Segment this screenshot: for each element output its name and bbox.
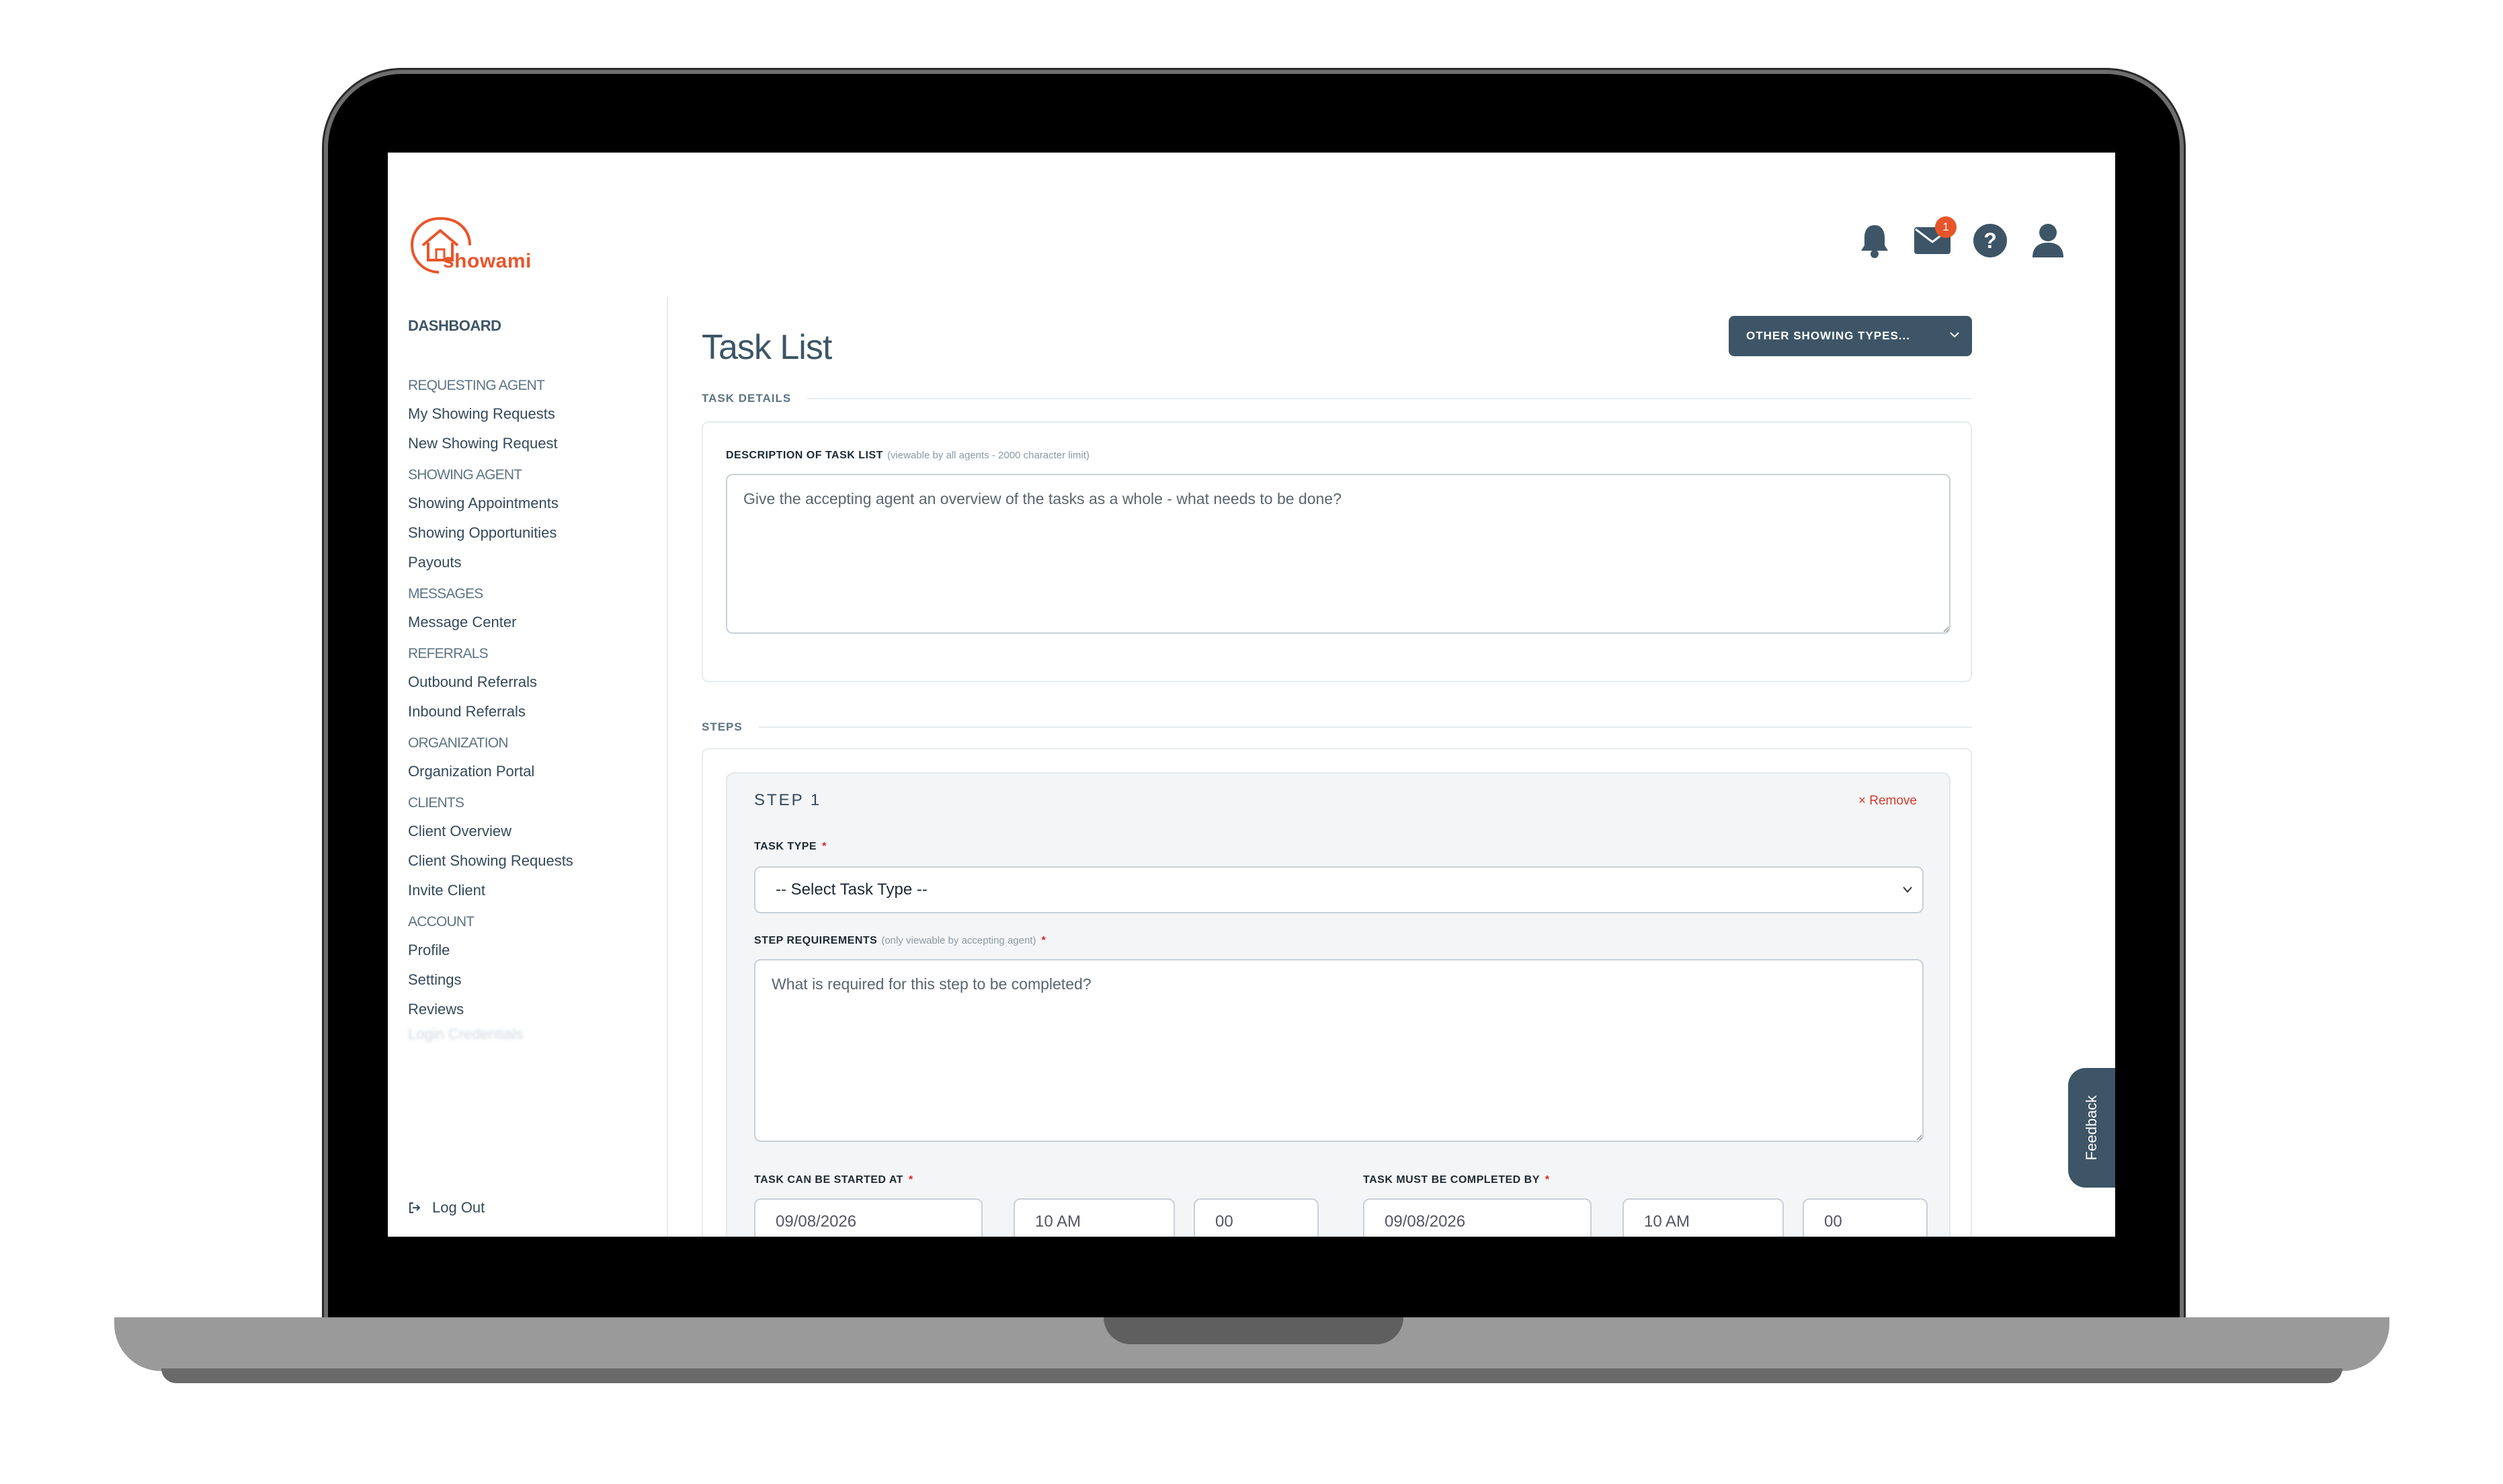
chevron-down-icon [1950, 332, 1959, 338]
sidebar-heading: REQUESTING AGENT [408, 378, 545, 393]
steps-card: STEP 1 × Remove TASK TYPE * -- Select Tas… [702, 748, 1972, 1237]
sidebar-section-account: ACCOUNT Profile Settings Reviews Login C… [408, 914, 663, 1043]
feedback-label: Feedback [2083, 1095, 2100, 1161]
sidebar-section-organization: ORGANIZATION Organization Portal [408, 735, 663, 780]
task-details-card: DESCRIPTION OF TASK LIST (viewable by all… [702, 421, 1972, 682]
task-details-heading: TASK DETAILS [702, 392, 1972, 405]
remove-step-button[interactable]: × Remove [1858, 794, 1917, 809]
logout-link[interactable]: Log Out [408, 1199, 485, 1217]
end-hour-select[interactable]: 10 AM [1623, 1198, 1784, 1237]
svg-text:?: ? [1983, 229, 1997, 253]
section-divider [758, 727, 1972, 728]
step-requirements-textarea[interactable] [754, 959, 1924, 1142]
page-title: Task List [702, 328, 832, 367]
sidebar-section-clients: CLIENTS Client Overview Client Showing R… [408, 795, 663, 899]
task-type-label-text: TASK TYPE [754, 841, 817, 852]
sidebar-section-requesting-agent: REQUESTING AGENT My Showing Requests New… [408, 378, 663, 452]
step-requirements-hint: (only viewable by accepting agent) [881, 935, 1036, 946]
sidebar-section-referrals: REFERRALS Outbound Referrals Inbound Ref… [408, 646, 663, 720]
bell-icon[interactable] [1856, 222, 1893, 259]
sidebar-item-new-showing-request[interactable]: New Showing Request [408, 434, 663, 452]
start-date-input[interactable]: 09/08/2026 [754, 1198, 983, 1237]
task-start-label-text: TASK CAN BE STARTED AT [754, 1174, 903, 1186]
sidebar-item-organization-portal[interactable]: Organization Portal [408, 762, 663, 780]
sidebar-item-outbound-referrals[interactable]: Outbound Referrals [408, 673, 663, 691]
task-start-label: TASK CAN BE STARTED AT * [754, 1174, 913, 1186]
required-marker: * [1041, 935, 1047, 946]
start-hour-value: 10 AM [1035, 1212, 1081, 1231]
mail-count-badge: 1 [1935, 216, 1957, 238]
other-showing-types-dropdown[interactable]: OTHER SHOWING TYPES... [1729, 316, 1972, 356]
sidebar-item-client-showing-requests[interactable]: Client Showing Requests [408, 852, 663, 870]
chevron-down-icon [1903, 887, 1912, 893]
sidebar-heading: SHOWING AGENT [408, 467, 522, 483]
end-date-value: 09/08/2026 [1385, 1212, 1466, 1231]
sidebar-section-showing-agent: SHOWING AGENT Showing Appointments Showi… [408, 467, 663, 571]
laptop-base-shadow [161, 1368, 2342, 1383]
task-details-label: TASK DETAILS [702, 392, 792, 405]
start-minute-value: 00 [1215, 1212, 1233, 1231]
sidebar-heading: ORGANIZATION [408, 735, 508, 751]
sidebar-nav: DASHBOARD REQUESTING AGENT My Showing Re… [408, 317, 663, 1058]
steps-label: STEPS [702, 720, 743, 733]
steps-heading: STEPS [702, 720, 1972, 734]
logout-label: Log Out [432, 1199, 485, 1216]
task-type-value: -- Select Task Type -- [776, 880, 928, 899]
feedback-tab[interactable]: Feedback [2068, 1068, 2115, 1188]
end-minute-value: 00 [1824, 1212, 1842, 1231]
header-icons: 1 ? [1856, 216, 2067, 259]
sidebar-heading: MESSAGES [408, 586, 483, 602]
sidebar-section-messages: MESSAGES Message Center [408, 586, 663, 631]
house-logo-icon [410, 217, 471, 274]
sidebar-item-reviews[interactable]: Reviews [408, 1000, 663, 1018]
description-label: DESCRIPTION OF TASK LIST (viewable by all… [726, 450, 1090, 462]
task-type-label: TASK TYPE * [754, 841, 827, 853]
sidebar-item-my-showing-requests[interactable]: My Showing Requests [408, 405, 663, 423]
app-screen: showami 1 ? DASHBOARD REQUESTING AGENT M… [388, 153, 2115, 1237]
user-icon[interactable] [2029, 222, 2067, 259]
laptop-notch [1104, 1317, 1403, 1344]
sidebar-item-login-credentials[interactable]: Login Credentials [408, 1026, 663, 1043]
end-minute-select[interactable]: 00 [1803, 1198, 1928, 1237]
sidebar-item-dashboard[interactable]: DASHBOARD [408, 317, 663, 335]
task-complete-label: TASK MUST BE COMPLETED BY * [1363, 1174, 1550, 1186]
sidebar-item-inbound-referrals[interactable]: Inbound Referrals [408, 702, 663, 720]
help-icon[interactable]: ? [1971, 222, 2009, 259]
description-textarea[interactable] [726, 474, 1951, 634]
sidebar-heading: ACCOUNT [408, 914, 475, 930]
description-hint: (viewable by all agents - 2000 character… [887, 450, 1090, 461]
step-title: STEP 1 [754, 791, 822, 809]
sidebar-item-showing-appointments[interactable]: Showing Appointments [408, 494, 663, 512]
step-requirements-label-text: STEP REQUIREMENTS [754, 935, 878, 946]
start-hour-select[interactable]: 10 AM [1014, 1198, 1175, 1237]
sidebar-divider [667, 297, 668, 1237]
logout-icon [409, 1202, 421, 1213]
required-marker: * [822, 841, 827, 852]
task-type-select[interactable]: -- Select Task Type -- [754, 866, 1924, 913]
task-complete-label-text: TASK MUST BE COMPLETED BY [1363, 1174, 1540, 1186]
mail-icon[interactable]: 1 [1914, 216, 1957, 259]
sidebar-item-message-center[interactable]: Message Center [408, 613, 663, 631]
end-date-input[interactable]: 09/08/2026 [1363, 1198, 1592, 1237]
sidebar-heading: CLIENTS [408, 795, 464, 811]
required-marker: * [908, 1174, 913, 1186]
showami-logo[interactable]: showami [408, 212, 542, 286]
section-divider [807, 398, 1972, 399]
start-minute-select[interactable]: 00 [1194, 1198, 1319, 1237]
sidebar-heading: REFERRALS [408, 646, 489, 661]
end-hour-value: 10 AM [1644, 1212, 1690, 1231]
sidebar-item-invite-client[interactable]: Invite Client [408, 881, 663, 899]
required-marker: * [1545, 1174, 1550, 1186]
other-showing-types-label: OTHER SHOWING TYPES... [1746, 329, 1910, 342]
sidebar-item-showing-opportunities[interactable]: Showing Opportunities [408, 524, 663, 542]
sidebar-item-settings[interactable]: Settings [408, 971, 663, 989]
sidebar-item-payouts[interactable]: Payouts [408, 553, 663, 571]
start-date-value: 09/08/2026 [776, 1212, 857, 1231]
brand-name: showami [443, 250, 532, 272]
sidebar-item-profile[interactable]: Profile [408, 941, 663, 959]
step-requirements-label: STEP REQUIREMENTS (only viewable by accep… [754, 935, 1046, 947]
step-card: STEP 1 × Remove TASK TYPE * -- Select Tas… [726, 772, 1951, 1237]
sidebar-item-client-overview[interactable]: Client Overview [408, 822, 663, 840]
description-label-text: DESCRIPTION OF TASK LIST [726, 450, 883, 461]
